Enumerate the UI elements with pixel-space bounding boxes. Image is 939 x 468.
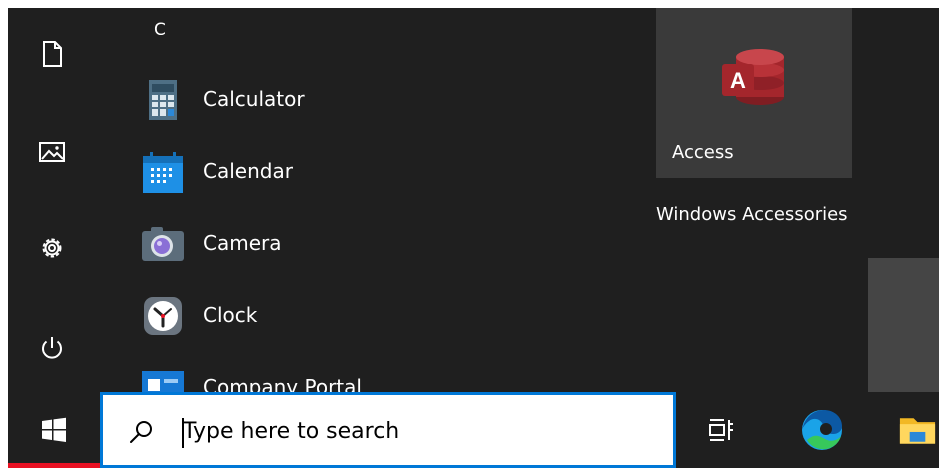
company-portal-icon: [142, 371, 184, 392]
screen: C Calculator Calendar Camera Clock Compa…: [0, 0, 939, 468]
app-label-clock: Clock: [203, 303, 258, 327]
edge-button[interactable]: [784, 392, 860, 468]
access-icon: A: [722, 49, 784, 105]
camera-icon: [142, 227, 184, 261]
search-icon: [130, 421, 152, 443]
start-button[interactable]: [8, 392, 100, 468]
app-label-calendar: Calendar: [203, 159, 293, 183]
tile-partial[interactable]: [868, 258, 939, 392]
taskbar: [8, 392, 939, 468]
svg-text:A: A: [730, 68, 746, 93]
power-button[interactable]: [30, 326, 74, 370]
app-item-calculator[interactable]: Calculator: [96, 71, 616, 129]
tile-access[interactable]: A Access: [656, 8, 852, 178]
document-icon: [43, 41, 62, 67]
pictures-icon: [39, 142, 65, 162]
tile-access-label: Access: [672, 142, 734, 163]
app-label-camera: Camera: [203, 231, 282, 255]
clock-icon: [144, 297, 182, 335]
edge-icon: [802, 410, 842, 450]
calendar-icon: [143, 152, 183, 193]
file-explorer-icon: [899, 418, 936, 444]
app-item-clock[interactable]: Clock: [96, 287, 616, 345]
app-label-company-portal: Company Portal: [203, 375, 362, 392]
start-active-indicator: [8, 463, 100, 468]
windows-logo-icon: [42, 417, 66, 442]
pictures-button[interactable]: [30, 130, 74, 174]
file-explorer-button[interactable]: [896, 392, 939, 468]
documents-button[interactable]: [30, 32, 74, 76]
app-item-camera[interactable]: Camera: [96, 215, 616, 273]
power-icon: [42, 337, 62, 359]
task-view-button[interactable]: [694, 392, 748, 468]
settings-gear-icon: [42, 238, 62, 258]
app-label-calculator: Calculator: [203, 87, 305, 111]
start-menu: C Calculator Calendar Camera Clock Compa…: [8, 8, 939, 392]
app-item-company-portal[interactable]: Company Portal: [96, 359, 616, 392]
search-input[interactable]: [183, 413, 653, 449]
app-list: C Calculator Calendar Camera Clock Compa…: [96, 8, 656, 392]
search-box[interactable]: [100, 392, 676, 468]
tiles-area: A Access Windows Accessories: [656, 8, 939, 392]
group-label-windows-accessories[interactable]: Windows Accessories: [656, 204, 848, 225]
task-view-icon: [709, 419, 733, 441]
calculator-icon: [149, 80, 177, 120]
settings-button[interactable]: [30, 226, 74, 270]
section-letter-c[interactable]: C: [154, 20, 166, 40]
app-item-calendar[interactable]: Calendar: [96, 143, 616, 201]
start-rail: [8, 8, 96, 392]
